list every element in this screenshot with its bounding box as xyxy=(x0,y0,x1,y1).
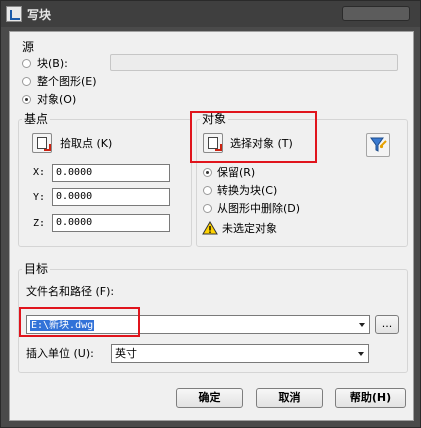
file-path-label: 文件名和路径 (F): xyxy=(26,285,115,298)
help-button[interactable]: 帮助(H) xyxy=(335,388,406,408)
radio-retain[interactable] xyxy=(203,168,212,177)
radio-block[interactable] xyxy=(22,59,31,68)
base-point-group-label: 基点 xyxy=(22,112,51,126)
write-block-dialog: 写块 源 块(B): 整个图形(E) 对象(O) 基点 拾取点 (K) X: 0… xyxy=(0,0,421,428)
cancel-button[interactable]: 取消 xyxy=(256,388,323,408)
chevron-down-icon[interactable] xyxy=(358,352,364,356)
quick-select-filter-icon xyxy=(370,137,387,152)
browse-button[interactable]: ... xyxy=(375,315,399,334)
radio-retain-label: 保留(R) xyxy=(217,166,256,179)
z-coordinate-input[interactable]: 0.0000 xyxy=(52,214,170,232)
close-button[interactable] xyxy=(342,6,410,21)
radio-entire-drawing[interactable] xyxy=(22,77,31,86)
radio-delete-label: 从图形中删除(D) xyxy=(217,202,301,215)
pick-point-label: 拾取点 (K) xyxy=(60,137,113,150)
chevron-down-icon[interactable] xyxy=(359,323,365,327)
title-bar[interactable]: 写块 xyxy=(1,1,420,27)
autocad-app-icon xyxy=(6,6,22,22)
dialog-body: 源 块(B): 整个图形(E) 对象(O) 基点 拾取点 (K) X: 0.00… xyxy=(9,31,414,421)
insert-units-value: 英寸 xyxy=(115,347,137,360)
x-label: X: xyxy=(33,167,46,178)
radio-delete-from-drawing[interactable] xyxy=(203,204,212,213)
highlight-select-objects xyxy=(190,111,317,163)
warning-icon xyxy=(202,221,218,235)
radio-block-label: 块(B): xyxy=(37,57,68,70)
insert-units-label: 插入单位 (U): xyxy=(26,347,94,360)
x-coordinate-input[interactable]: 0.0000 xyxy=(52,164,170,182)
block-name-combo xyxy=(110,54,398,71)
y-coordinate-input[interactable]: 0.0000 xyxy=(52,188,170,206)
insert-units-combo[interactable]: 英寸 xyxy=(111,344,369,363)
quick-select-button[interactable] xyxy=(366,133,390,157)
z-label: Z: xyxy=(33,218,46,229)
radio-objects[interactable] xyxy=(22,95,31,104)
source-group-label: 源 xyxy=(22,40,35,54)
radio-convert-to-block[interactable] xyxy=(203,186,212,195)
radio-objects-label: 对象(O) xyxy=(37,93,77,106)
pick-point-icon xyxy=(37,137,51,151)
ok-button[interactable]: 确定 xyxy=(176,388,243,408)
radio-entire-drawing-label: 整个图形(E) xyxy=(37,75,97,88)
y-label: Y: xyxy=(33,192,46,203)
pick-point-button[interactable] xyxy=(32,133,52,153)
warning-text: 未选定对象 xyxy=(222,222,277,235)
target-group-label: 目标 xyxy=(22,262,51,276)
highlight-file-path xyxy=(19,307,140,337)
window-title: 写块 xyxy=(27,8,52,22)
radio-convert-to-block-label: 转换为块(C) xyxy=(217,184,278,197)
